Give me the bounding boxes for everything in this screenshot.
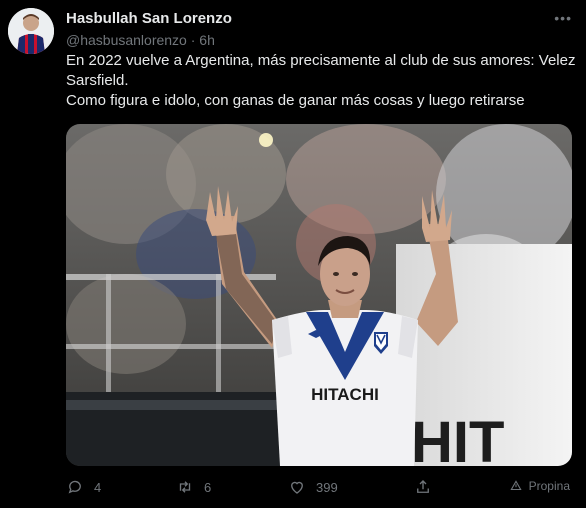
tweet-photo[interactable]: HIT HITACHI (66, 124, 572, 466)
reply-button[interactable]: 4 (66, 478, 101, 496)
more-dots-icon[interactable]: ••• (554, 10, 572, 26)
share-icon (417, 480, 429, 493)
tweet-text-line: Como figura e idolo, con ganas de ganar … (66, 92, 525, 109)
tip-label: Propina (528, 479, 570, 493)
retweet-button[interactable]: 6 (176, 478, 211, 496)
retweet-icon (179, 481, 191, 493)
share-button[interactable] (414, 478, 432, 496)
tweet-text-line: En 2022 vuelve a Argentina, más precisam… (66, 52, 576, 89)
reply-icon (68, 480, 81, 494)
avatar[interactable] (8, 8, 54, 54)
photo-illustration: HIT HITACHI (66, 124, 572, 466)
author-handle-time[interactable]: @hasbusanlorenzo · 6h (66, 32, 215, 48)
tweet-text: En 2022 vuelve a Argentina, más precisam… (66, 51, 576, 111)
heart-icon (291, 481, 303, 494)
tweet-actions: 4 6 399 (66, 478, 576, 500)
banner-text: HIT (411, 410, 504, 466)
like-count: 399 (316, 479, 338, 495)
author-name[interactable]: Hasbullah San Lorenzo (66, 10, 232, 27)
retweet-count: 6 (204, 479, 212, 495)
reply-count: 4 (94, 479, 102, 495)
tweet-header: Hasbullah San Lorenzo @hasbusanlorenzo ·… (66, 10, 572, 50)
tip-button[interactable]: Propina (509, 479, 570, 493)
tweet-card[interactable]: Hasbullah San Lorenzo @hasbusanlorenzo ·… (0, 0, 586, 508)
jersey-sponsor-text: HITACHI (311, 385, 379, 404)
tip-icon (510, 480, 522, 491)
like-button[interactable]: 399 (288, 478, 338, 496)
